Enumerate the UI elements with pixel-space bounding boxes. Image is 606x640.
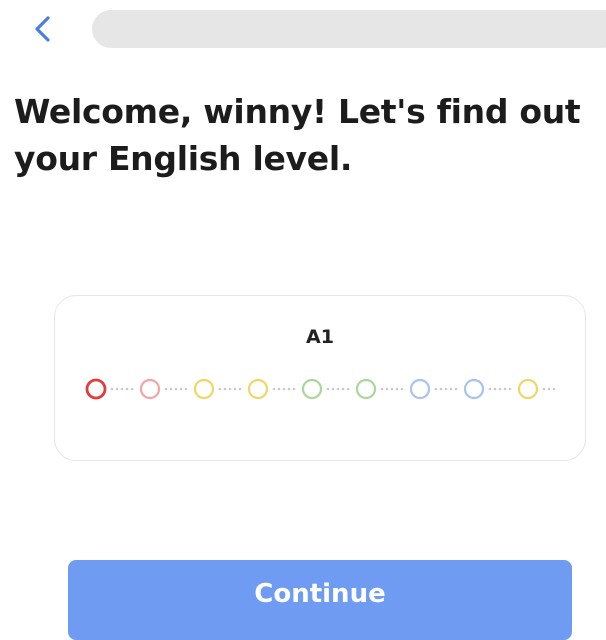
connector-dot [223,387,227,391]
connector-dot [282,387,286,391]
connector-dot [174,387,178,391]
level-track [85,378,556,400]
continue-button[interactable]: Continue [68,560,572,640]
connector-dot [493,387,497,391]
level-step-5 [301,378,323,400]
connector-dot [454,387,458,391]
connector-dot [498,387,502,391]
connector-dot [326,387,330,391]
connector-dot [272,387,276,391]
level-step-9 [517,378,539,400]
connector-dot [277,387,281,391]
connector-dot [400,387,404,391]
connector-dot [115,387,119,391]
connector-dot [444,387,448,391]
connector-dot [385,387,389,391]
connector-dot [346,387,350,391]
connector-dot [488,387,492,391]
connector-dot [179,387,183,391]
page-title: Welcome, winny! Let's find out your Engl… [14,92,581,178]
connector-dot [547,387,551,391]
connector-dot [552,387,556,391]
connector-dot [120,387,124,391]
level-step-1 [85,378,107,400]
connector-dot [434,387,438,391]
level-step-7 [409,378,431,400]
connector-dot [218,387,222,391]
level-card: A1 [54,295,586,461]
connector-dot [130,387,134,391]
connector-dot [449,387,453,391]
level-step-6 [355,378,377,400]
connector-dot [503,387,507,391]
connector-dot [341,387,345,391]
connector-dot [184,387,188,391]
connector-dot [542,387,546,391]
connector-dot [336,387,340,391]
connector-dot [380,387,384,391]
connector-dot [287,387,291,391]
connector-dot [508,387,512,391]
connector-dot [233,387,237,391]
connector-dot [110,387,114,391]
connector-dot [390,387,394,391]
level-step-2 [139,378,161,400]
connector-dot [125,387,129,391]
connector-dot [331,387,335,391]
level-step-4 [247,378,269,400]
connector-dot [228,387,232,391]
level-step-3 [193,378,215,400]
connector-dot [439,387,443,391]
level-step-8 [463,378,485,400]
progress-bar [92,10,606,48]
back-button[interactable] [26,12,60,46]
chevron-left-icon [35,16,50,42]
connector-dot [169,387,173,391]
connector-dot [164,387,168,391]
connector-dot [292,387,296,391]
connector-dot [395,387,399,391]
connector-dot [238,387,242,391]
